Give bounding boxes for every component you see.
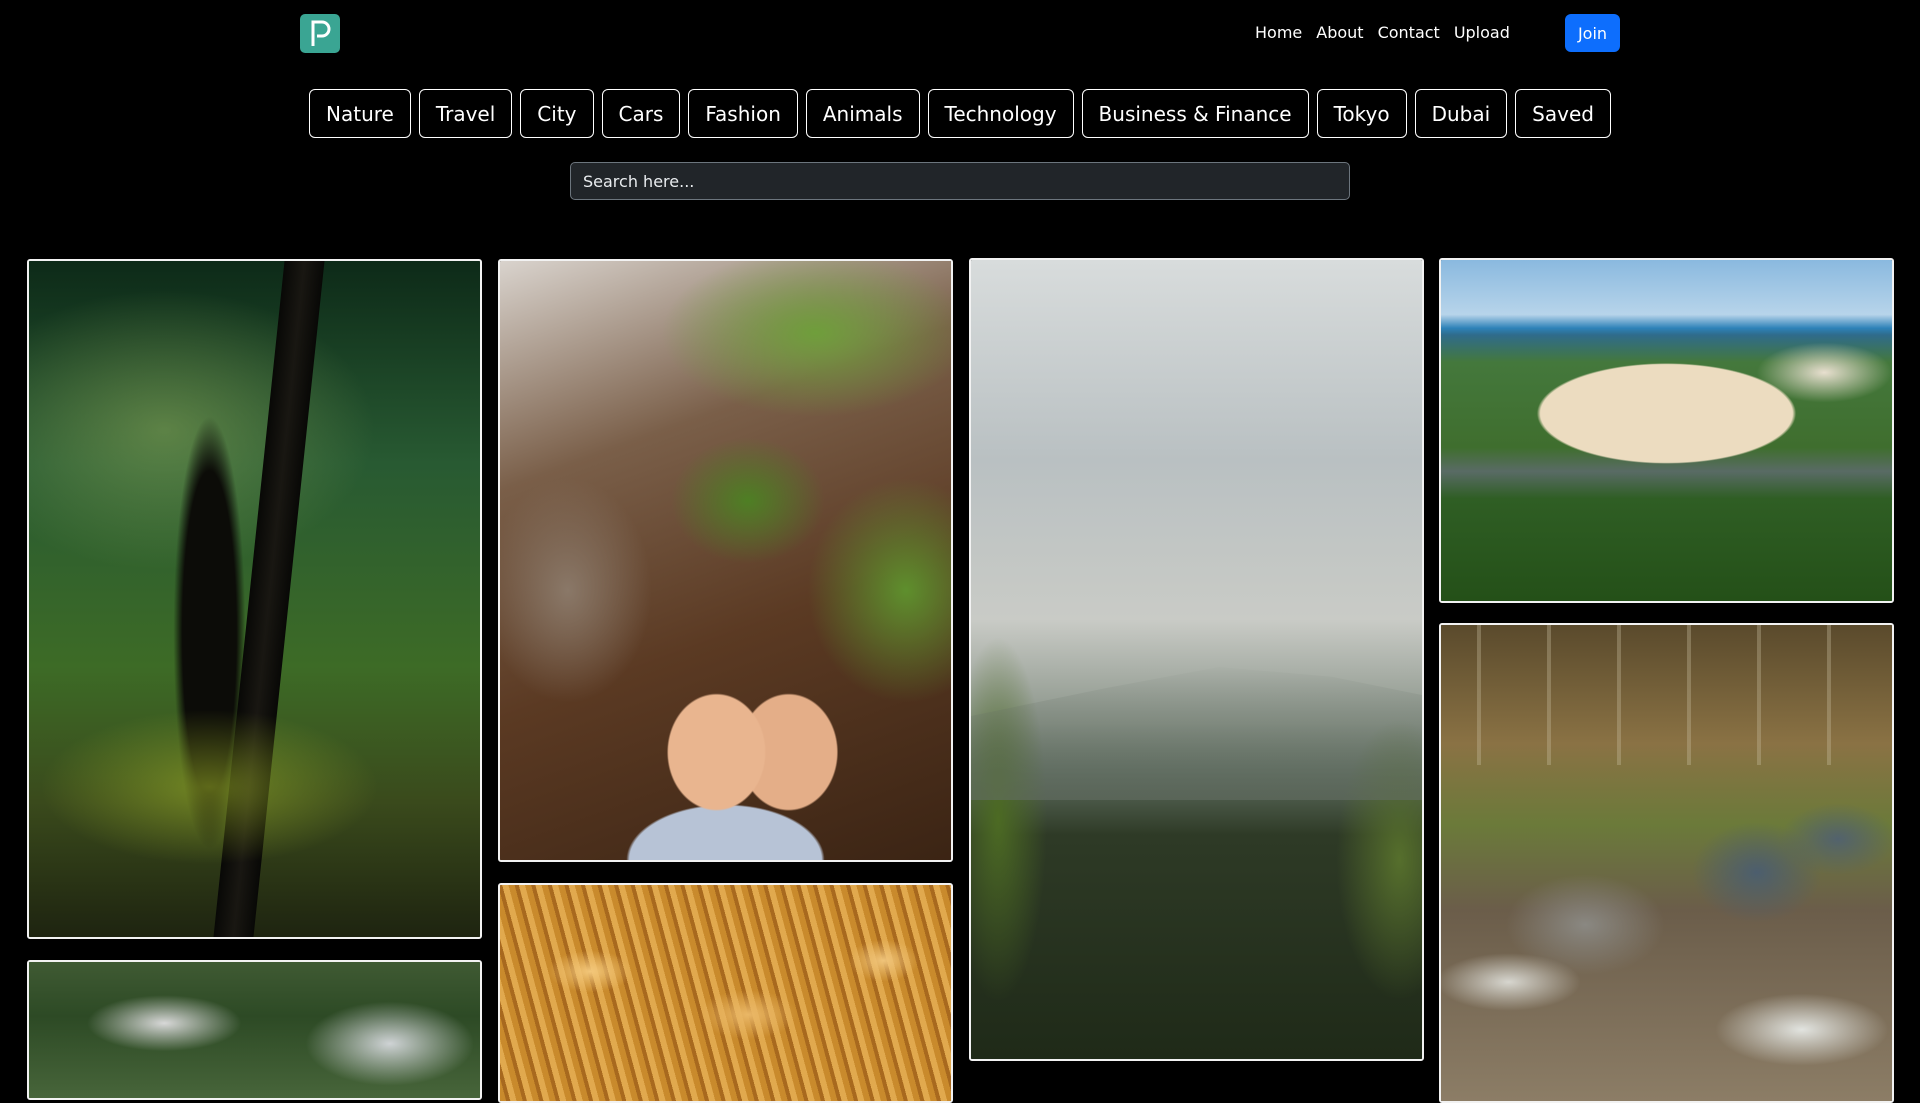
navbar: Home About Contact Upload Join (0, 0, 1920, 66)
category-bar: Nature Travel City Cars Fashion Animals … (0, 89, 1920, 138)
photo-card[interactable] (498, 883, 953, 1103)
nav-link-upload[interactable]: Upload (1447, 22, 1517, 44)
search-input[interactable] (570, 162, 1350, 200)
logo-icon (311, 20, 331, 46)
photo-card[interactable] (27, 960, 482, 1100)
category-fashion[interactable]: Fashion (688, 89, 798, 138)
photo-card[interactable] (969, 258, 1424, 1061)
photo-card[interactable] (27, 259, 482, 939)
category-animals[interactable]: Animals (805, 89, 920, 138)
nav-links: Home About Contact Upload (1248, 22, 1517, 44)
photo-river-rocks (1441, 625, 1892, 1101)
category-city[interactable]: City (520, 89, 594, 138)
nav-link-home[interactable]: Home (1248, 22, 1309, 44)
photo-card[interactable] (498, 259, 953, 862)
photo-feet-in-stream (500, 261, 951, 860)
join-button[interactable]: Join (1565, 14, 1620, 52)
photo-mountain-view (971, 260, 1422, 1059)
category-dubai[interactable]: Dubai (1414, 89, 1508, 138)
photo-forest-tree (29, 261, 480, 937)
photo-card[interactable] (1439, 258, 1894, 603)
category-technology[interactable]: Technology (927, 89, 1074, 138)
photo-wheat-field (500, 885, 951, 1101)
brand-logo[interactable] (300, 14, 340, 53)
category-nature[interactable]: Nature (309, 89, 411, 138)
nav-link-contact[interactable]: Contact (1371, 22, 1447, 44)
category-tokyo[interactable]: Tokyo (1316, 89, 1407, 138)
photo-tree-canopy (29, 962, 480, 1098)
category-cars[interactable]: Cars (601, 89, 681, 138)
category-saved[interactable]: Saved (1515, 89, 1611, 138)
photo-sand-dunes-aerial (1441, 260, 1892, 601)
photo-card[interactable] (1439, 623, 1894, 1103)
category-business-finance[interactable]: Business & Finance (1081, 89, 1309, 138)
category-travel[interactable]: Travel (418, 89, 513, 138)
nav-link-about[interactable]: About (1309, 22, 1370, 44)
